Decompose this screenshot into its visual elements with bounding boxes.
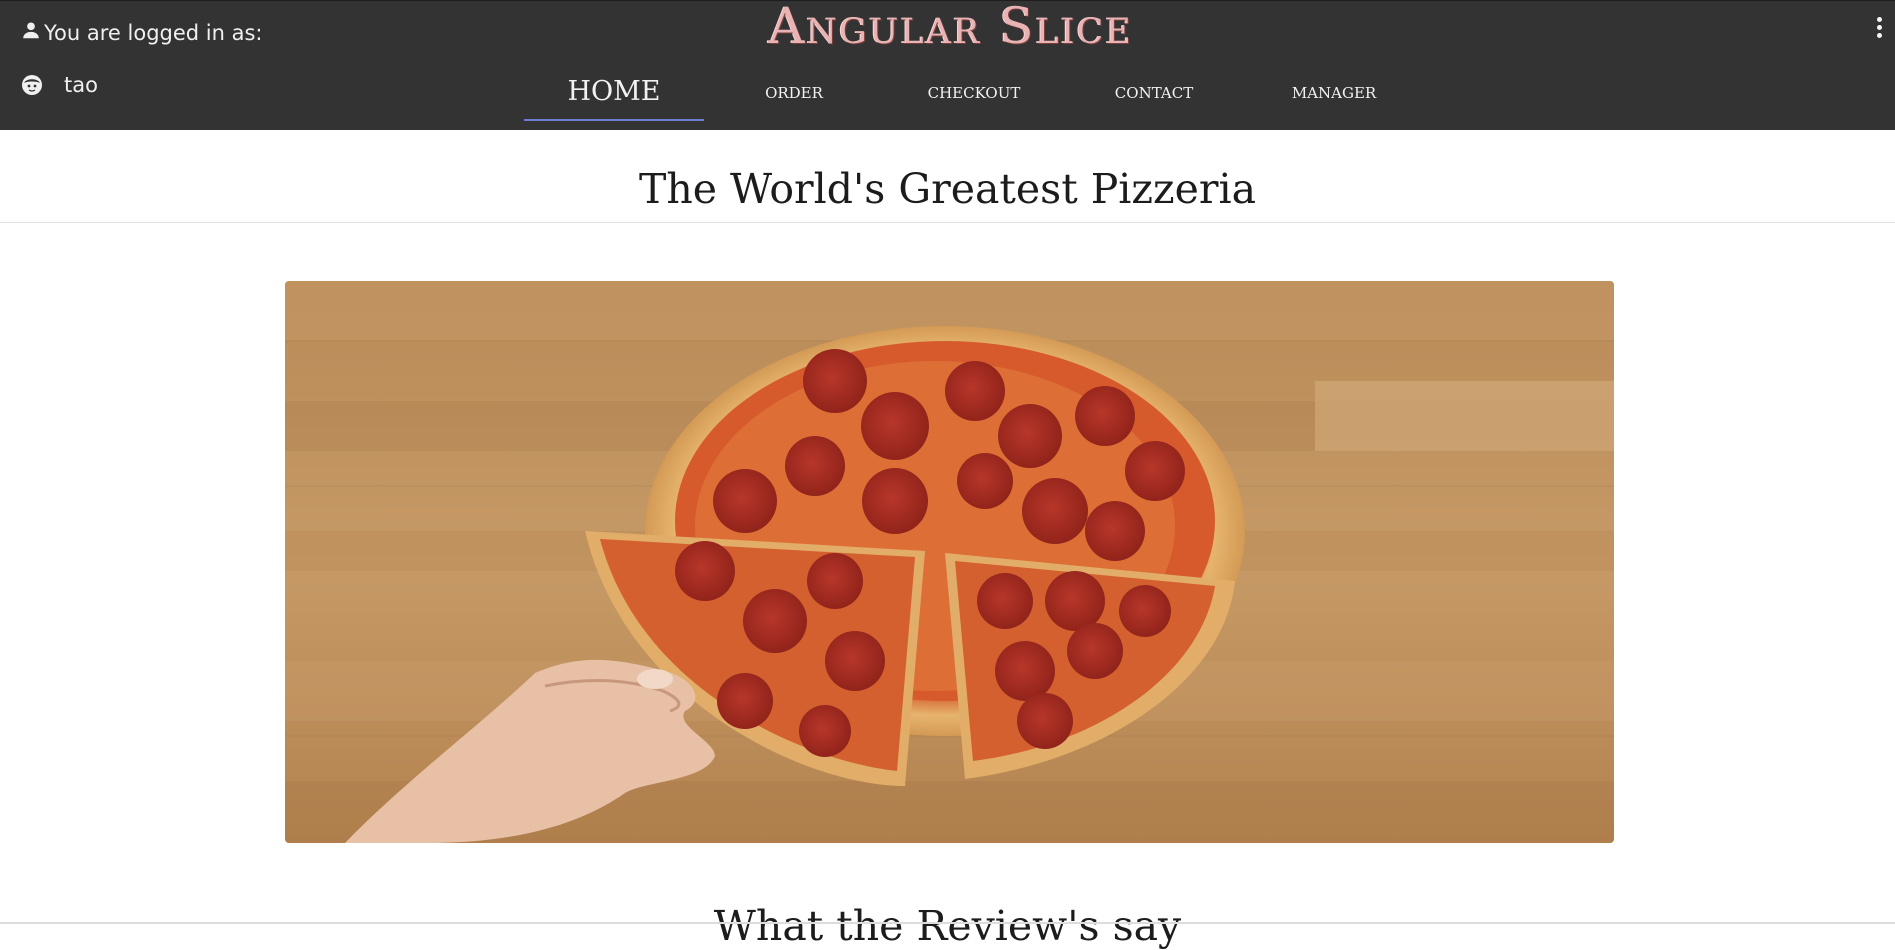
title-divider	[0, 222, 1895, 223]
main-nav: HOME ORDER CHECKOUT CONTACT MANAGER	[524, 67, 1424, 123]
nav-manager[interactable]: MANAGER	[1244, 67, 1424, 121]
face-icon	[22, 75, 42, 95]
nav-order[interactable]: ORDER	[704, 67, 884, 121]
reviews-heading: What the Review's say	[713, 902, 1182, 950]
current-user: tao	[20, 73, 98, 97]
nav-checkout[interactable]: CHECKOUT	[884, 67, 1064, 121]
kebab-menu-icon[interactable]	[1875, 17, 1883, 38]
kebab-dot	[1876, 17, 1882, 22]
page-title: The World's Greatest Pizzeria	[638, 165, 1257, 213]
nav-home[interactable]: HOME	[524, 67, 704, 121]
brand-logo[interactable]: Angular Slice	[628, 0, 1273, 55]
nav-contact[interactable]: CONTACT	[1064, 67, 1244, 121]
hero-pizza-image	[285, 281, 1614, 843]
logged-in-label: You are logged in as:	[44, 21, 263, 45]
kebab-dot	[1876, 25, 1882, 30]
kebab-dot	[1876, 33, 1882, 38]
login-status: You are logged in as:	[20, 21, 262, 45]
top-bar: You are logged in as: tao Angular Slice …	[0, 0, 1895, 130]
username: tao	[64, 73, 98, 97]
person-icon	[23, 22, 39, 39]
